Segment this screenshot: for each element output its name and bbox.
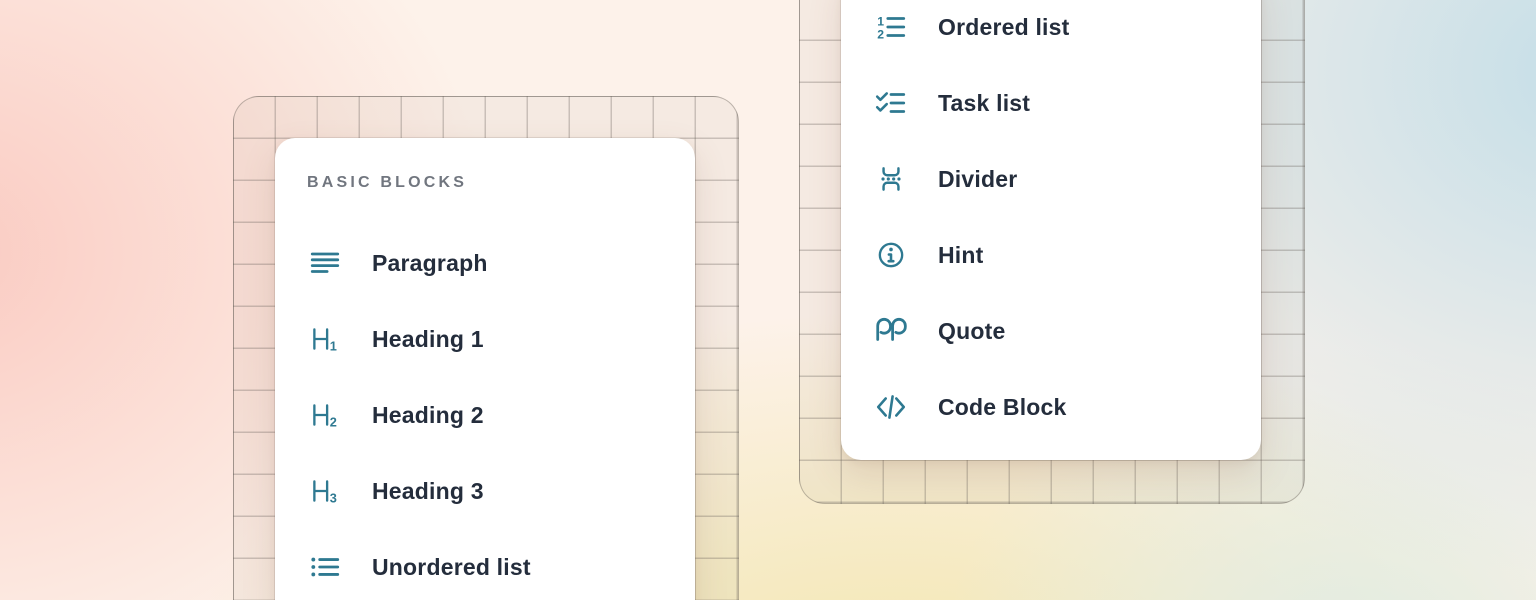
block-menu-item-quote[interactable]: Quote (841, 293, 1261, 369)
basic-blocks-menu: BASIC BLOCKS Paragraph 1 Heading 1 2 Heading… (275, 138, 695, 600)
block-menu-item-heading-2[interactable]: 2 Heading 2 (275, 377, 695, 453)
ordered-list-icon: 12 (874, 10, 908, 44)
more-blocks-menu: 12 Ordered list Task list Divider Hint Quote C… (841, 0, 1261, 460)
heading-1-icon: 1 (308, 322, 342, 356)
block-menu-item-label: Hint (938, 242, 984, 269)
block-menu-item-label: Divider (938, 166, 1017, 193)
unordered-list-icon (308, 550, 342, 584)
quote-icon (874, 314, 908, 348)
block-menu-hero: BASIC BLOCKS Paragraph 1 Heading 1 2 Heading… (0, 0, 1536, 600)
block-menu-item-divider[interactable]: Divider (841, 141, 1261, 217)
svg-text:2: 2 (330, 415, 337, 430)
block-menu-item-label: Paragraph (372, 250, 488, 277)
block-menu-item-task-list[interactable]: Task list (841, 65, 1261, 141)
basic-blocks-header: BASIC BLOCKS (307, 174, 467, 192)
block-menu-item-paragraph[interactable]: Paragraph (275, 225, 695, 301)
block-menu-item-label: Unordered list (372, 554, 531, 581)
svg-text:1: 1 (330, 339, 337, 354)
basic-blocks-item-list: Paragraph 1 Heading 1 2 Heading 2 3 Heading 3 U… (275, 225, 695, 600)
svg-text:1: 1 (877, 14, 884, 28)
block-menu-item-heading-1[interactable]: 1 Heading 1 (275, 301, 695, 377)
block-menu-item-label: Heading 2 (372, 402, 484, 429)
heading-2-icon: 2 (308, 398, 342, 432)
block-menu-item-ordered-list[interactable]: 12 Ordered list (841, 0, 1261, 65)
code-block-icon (874, 390, 908, 424)
svg-text:2: 2 (877, 28, 884, 42)
block-menu-item-hint[interactable]: Hint (841, 217, 1261, 293)
more-blocks-item-list: 12 Ordered list Task list Divider Hint Quote C… (841, 0, 1261, 445)
block-menu-item-heading-3[interactable]: 3 Heading 3 (275, 453, 695, 529)
block-menu-item-unordered-list[interactable]: Unordered list (275, 529, 695, 600)
paragraph-icon (308, 246, 342, 280)
divider-icon (874, 162, 908, 196)
block-menu-item-code-block[interactable]: Code Block (841, 369, 1261, 445)
block-menu-item-label: Heading 3 (372, 478, 484, 505)
heading-3-icon: 3 (308, 474, 342, 508)
task-list-icon (874, 86, 908, 120)
block-menu-item-label: Ordered list (938, 14, 1070, 41)
svg-text:3: 3 (330, 491, 337, 506)
block-menu-item-label: Code Block (938, 394, 1067, 421)
block-menu-item-label: Heading 1 (372, 326, 484, 353)
block-menu-item-label: Quote (938, 318, 1005, 345)
block-menu-item-label: Task list (938, 90, 1030, 117)
hint-icon (874, 238, 908, 272)
